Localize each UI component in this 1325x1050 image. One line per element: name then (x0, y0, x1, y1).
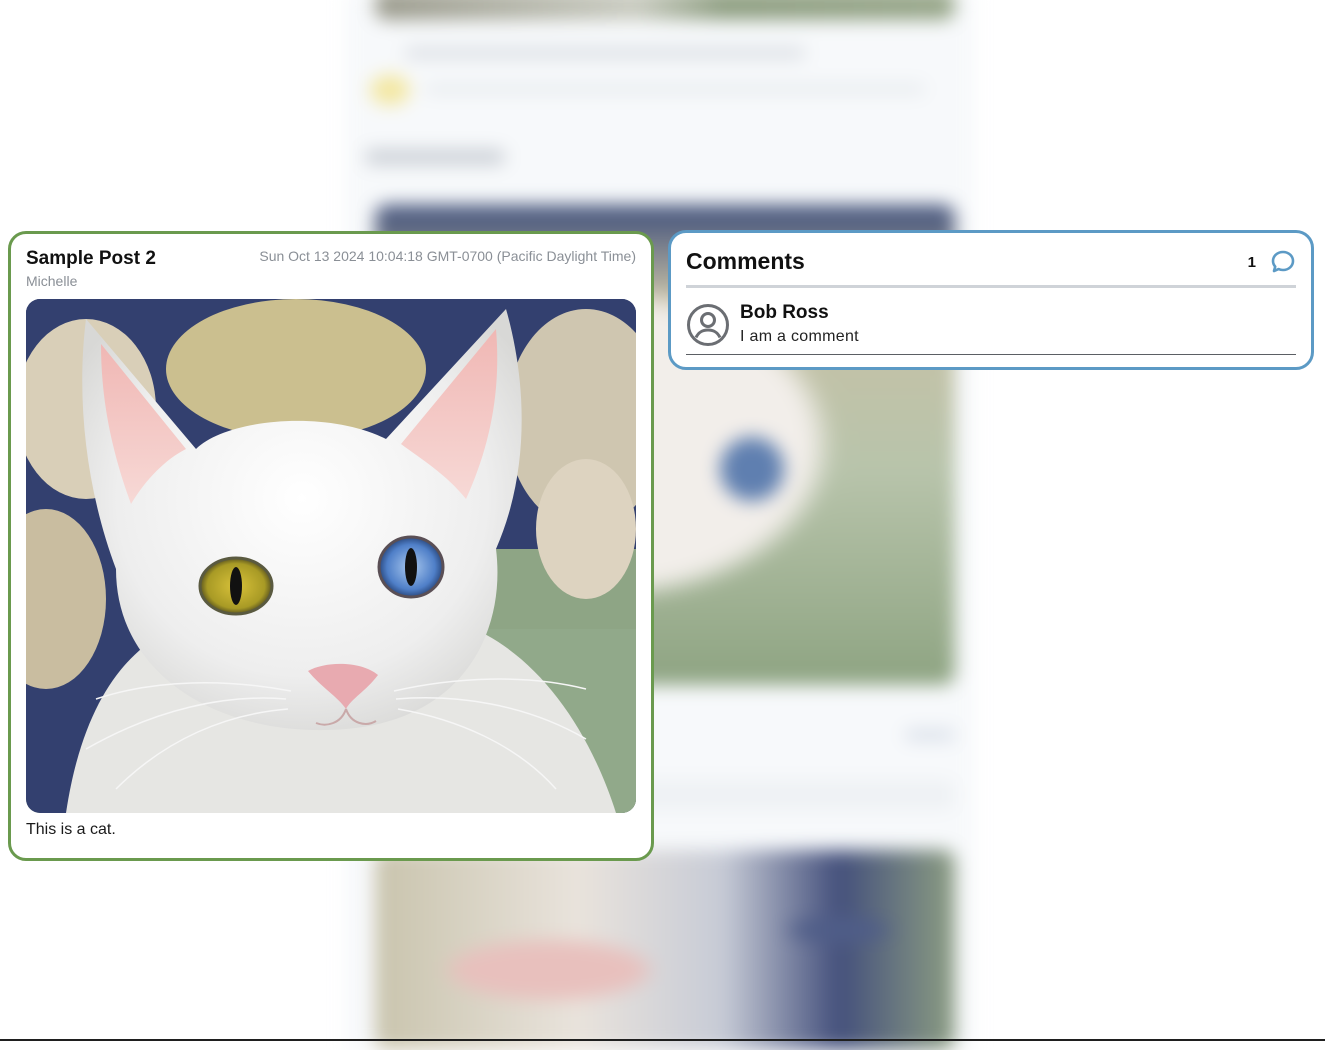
background-text (405, 48, 805, 58)
background-image (375, 0, 955, 20)
post-author[interactable]: Michelle (26, 273, 77, 289)
comment-count: 1 (1247, 254, 1256, 271)
comments-title: Comments (686, 248, 805, 274)
cat-photo (26, 299, 636, 813)
post-header: Sample Post 2 Michelle Sun Oct 13 2024 1… (26, 247, 636, 299)
background-text (365, 150, 505, 164)
comment-author: Bob Ross (740, 302, 829, 323)
post-card[interactable]: Sample Post 2 Michelle Sun Oct 13 2024 1… (8, 231, 654, 861)
background-text (905, 730, 955, 740)
post-title: Sample Post 2 (26, 248, 156, 269)
comments-header: Comments 1 (686, 245, 1296, 288)
background-text (425, 85, 925, 93)
comments-panel: Comments 1 Bob Ross I am a comment (668, 230, 1314, 370)
background-image (375, 850, 955, 1050)
comment-item: Bob Ross I am a comment (686, 288, 1296, 355)
user-circle-icon (687, 304, 729, 346)
speech-bubble-icon[interactable] (1270, 249, 1296, 275)
post-caption: This is a cat. (26, 821, 116, 838)
post-timestamp: Sun Oct 13 2024 10:04:18 GMT-0700 (Pacif… (259, 248, 636, 264)
background-icon (370, 75, 410, 105)
comment-text: I am a comment (740, 328, 859, 345)
post-image[interactable] (26, 299, 636, 813)
